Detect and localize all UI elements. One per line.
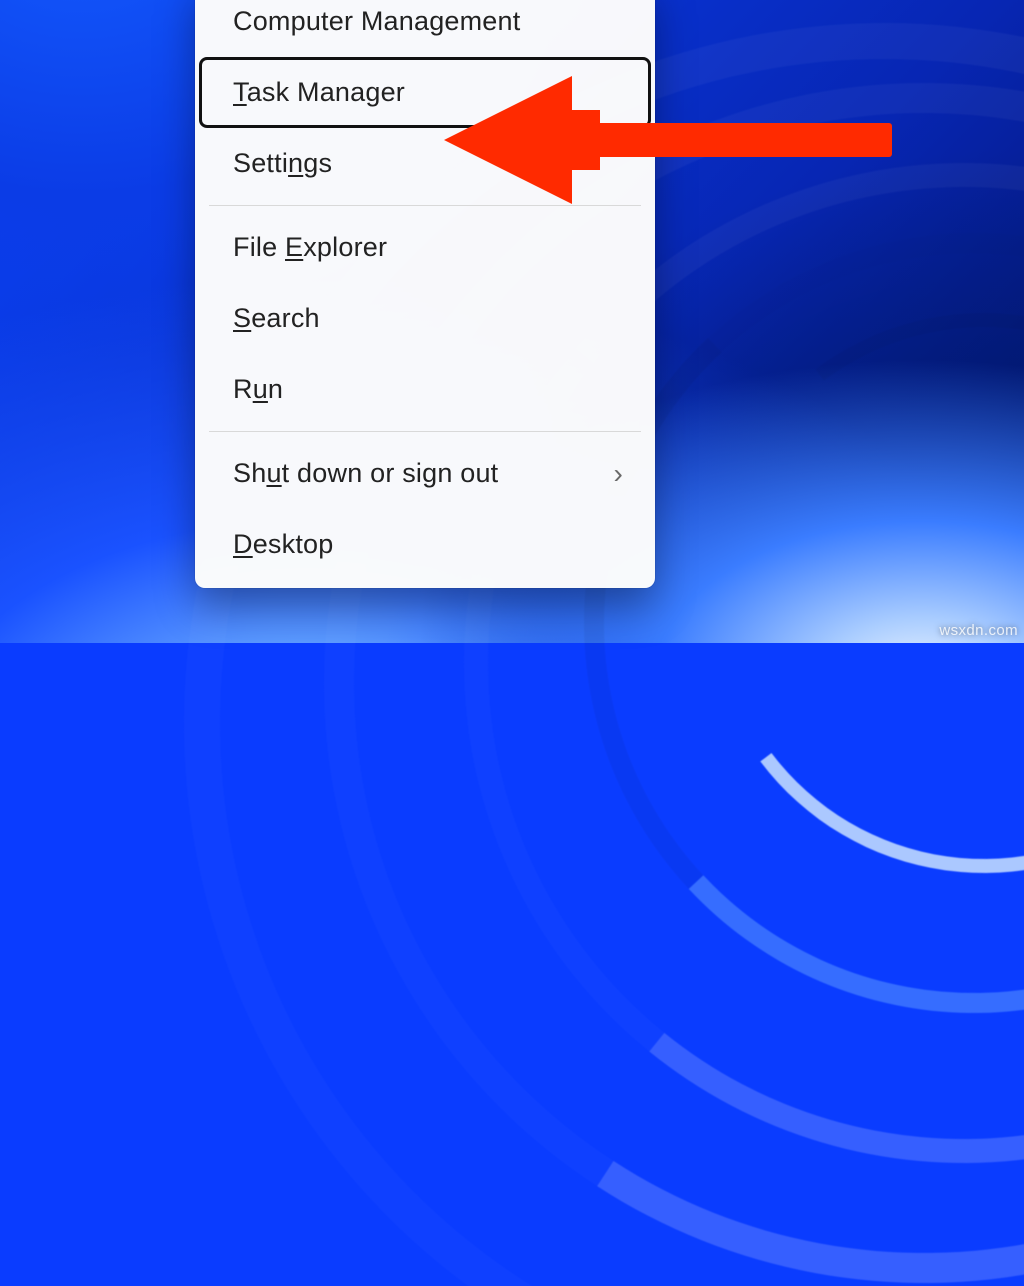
menu-item-file-explorer[interactable]: File Explorer [199,212,651,283]
menu-item-label: Computer Management [233,6,520,37]
menu-item-label: Run [233,374,283,405]
menu-item-computer-management[interactable]: Computer Management [199,0,651,57]
menu-item-shut-down-or-sign-out[interactable]: Shut down or sign out › [199,438,651,509]
menu-item-run[interactable]: Run [199,354,651,425]
menu-item-label: File Explorer [233,232,387,263]
annotation-arrow [440,70,900,210]
menu-item-label: Search [233,303,320,334]
watermark-text: wsxdn.com [939,622,1018,639]
chevron-right-icon: › [613,460,623,488]
menu-item-label: Settings [233,148,332,179]
menu-item-label: Task Manager [233,77,405,108]
menu-separator [209,431,641,432]
menu-item-label: Shut down or sign out [233,458,498,489]
menu-item-label: Desktop [233,529,333,560]
menu-item-search[interactable]: Search [199,283,651,354]
menu-item-desktop[interactable]: Desktop [199,509,651,580]
